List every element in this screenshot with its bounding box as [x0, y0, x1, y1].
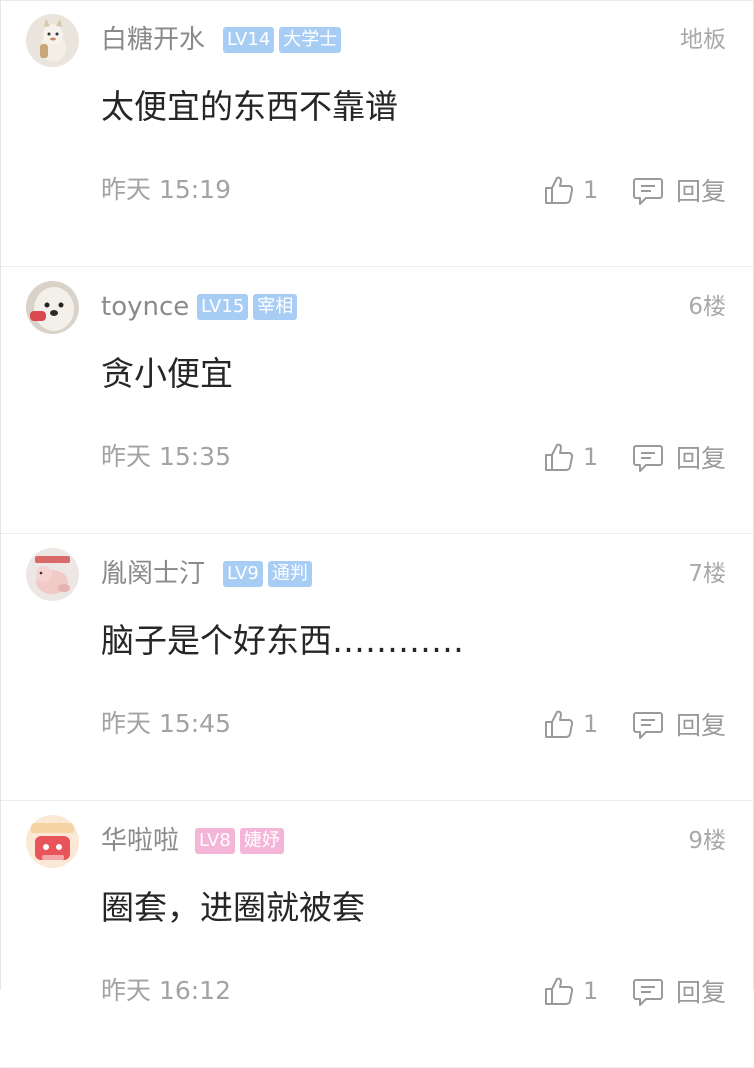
level-badge: LV8 — [195, 828, 235, 854]
reply-label[interactable]: 回复 — [676, 439, 726, 475]
comment-bubble-icon — [633, 445, 663, 472]
comment-content: 太便宜的东西不靠谱 — [101, 87, 398, 126]
thumbs-up-icon — [545, 710, 574, 738]
username[interactable]: 白糖开水 — [101, 20, 205, 60]
like-button[interactable]: 1 — [543, 971, 598, 1011]
floor-label: 9楼 — [688, 828, 726, 854]
comment-content: 贪小便宜 — [101, 354, 233, 393]
comment-item: 华啦啦 LV8 婕妤 9楼 圈套，进圈就被套 昨天 16:12 1 回复 — [1, 801, 753, 1068]
reply-label[interactable]: 回复 — [676, 706, 726, 742]
avatar[interactable] — [26, 14, 79, 67]
like-count: 1 — [583, 176, 599, 204]
comment-time: 昨天 15:35 — [101, 442, 231, 471]
dog-avatar-icon — [26, 281, 79, 334]
level-badge: LV9 — [223, 561, 263, 587]
comment-bubble-icon — [633, 979, 663, 1006]
like-button[interactable]: 1 — [543, 704, 598, 744]
username-text[interactable]: 胤阕士汀 — [101, 559, 205, 589]
rank-badge: 婕妤 — [239, 828, 284, 854]
like-button[interactable]: 1 — [543, 437, 598, 477]
cat-figurine-avatar-icon — [26, 14, 79, 67]
pink-animal-avatar-icon — [26, 548, 79, 601]
like-count: 1 — [583, 443, 599, 471]
username[interactable]: 华啦啦 — [101, 821, 179, 861]
username-text[interactable]: 白糖开水 — [101, 25, 205, 55]
thumbs-up-icon — [545, 176, 574, 204]
thumbs-up-icon — [545, 443, 574, 471]
avatar[interactable] — [26, 548, 79, 601]
comment-bubble-icon — [633, 178, 663, 205]
rank-badge: 宰相 — [253, 294, 298, 320]
floor-label: 7楼 — [688, 561, 726, 587]
comment-bubble-icon — [633, 712, 663, 739]
comment-item: toynce LV15 宰相 6楼 贪小便宜 昨天 15:35 1 回复 — [1, 267, 753, 534]
comment-content: 脑子是个好东西………… — [101, 621, 464, 660]
reply-button[interactable]: 回复 — [632, 170, 726, 210]
cartoon-avatar-icon — [26, 815, 79, 868]
floor-label: 地板 — [680, 27, 726, 53]
comment-item: 胤阕士汀 LV9 通判 7楼 脑子是个好东西………… 昨天 15:45 1 回复 — [1, 534, 753, 801]
reply-label[interactable]: 回复 — [676, 172, 726, 208]
comment-time: 昨天 16:12 — [101, 976, 231, 1005]
comment-item: 白糖开水 LV14 大学士 地板 太便宜的东西不靠谱 昨天 15:19 1 回复 — [1, 0, 753, 267]
thumbs-up-icon — [545, 977, 574, 1005]
rank-badge: 通判 — [267, 561, 312, 587]
avatar[interactable] — [26, 815, 79, 868]
reply-button[interactable]: 回复 — [632, 437, 726, 477]
rank-badge: 大学士 — [279, 27, 342, 53]
level-badge: LV15 — [197, 294, 249, 320]
username-text[interactable]: toynce — [101, 292, 189, 322]
like-count: 1 — [583, 710, 599, 738]
username-text[interactable]: 华啦啦 — [101, 826, 179, 856]
badge-group: LV8 婕妤 — [195, 828, 284, 854]
like-count: 1 — [583, 977, 599, 1005]
username[interactable]: 胤阕士汀 — [101, 554, 205, 594]
avatar[interactable] — [26, 281, 79, 334]
level-badge: LV14 — [223, 27, 275, 53]
comment-content: 圈套，进圈就被套 — [101, 888, 365, 927]
badge-group: LV15 宰相 — [197, 294, 298, 320]
reply-button[interactable]: 回复 — [632, 971, 726, 1011]
badge-group: LV9 通判 — [223, 561, 312, 587]
like-button[interactable]: 1 — [543, 170, 598, 210]
reply-button[interactable]: 回复 — [632, 704, 726, 744]
username[interactable]: toynce — [101, 287, 189, 327]
reply-label[interactable]: 回复 — [676, 973, 726, 1009]
floor-label: 6楼 — [688, 294, 726, 320]
comment-time: 昨天 15:45 — [101, 709, 231, 738]
badge-group: LV14 大学士 — [223, 27, 342, 53]
comment-time: 昨天 15:19 — [101, 175, 231, 204]
